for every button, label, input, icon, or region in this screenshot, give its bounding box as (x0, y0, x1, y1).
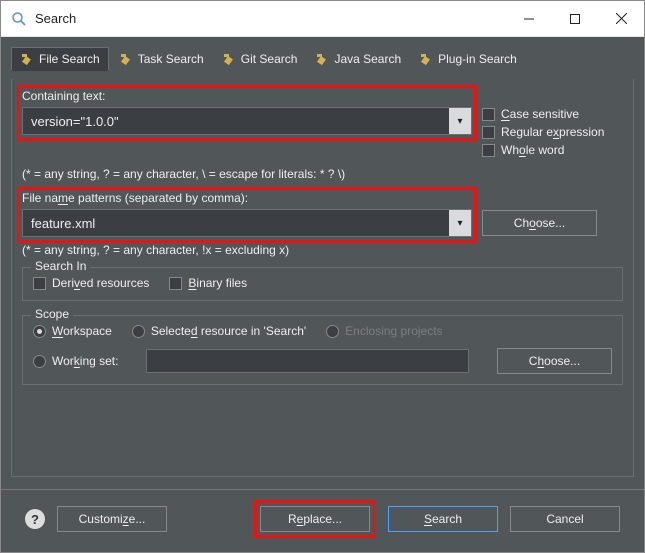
containing-text-hint: (* = any string, ? = any character, \ = … (22, 167, 623, 181)
tab-label: Task Search (138, 52, 204, 66)
checkbox-icon (169, 277, 182, 290)
window-title: Search (35, 11, 506, 26)
client-area: File Search Task Search Git Search Java … (1, 37, 644, 552)
checkbox-icon (482, 144, 495, 157)
tab-java-search[interactable]: Java Search (307, 47, 409, 71)
radio-icon (132, 325, 145, 338)
scope-working-set-radio[interactable]: Working set: (33, 354, 118, 368)
radio-icon (33, 325, 46, 338)
flashlight-icon (119, 52, 133, 66)
search-options: CCase sensitivease sensitive Regular exp… (482, 107, 604, 161)
flashlight-icon (20, 52, 34, 66)
window-controls (506, 1, 644, 37)
whole-word-checkbox[interactable]: Whole word (482, 143, 604, 157)
maximize-button[interactable] (552, 1, 598, 37)
minimize-button[interactable] (506, 1, 552, 37)
binary-files-checkbox[interactable]: Binary files (169, 276, 247, 290)
flashlight-icon (222, 52, 236, 66)
tab-plugin-search[interactable]: Plug-in Search (411, 47, 525, 71)
choose-working-set-button[interactable]: Choose... (497, 348, 612, 374)
chevron-down-icon[interactable]: ▾ (449, 108, 471, 134)
cancel-button[interactable]: Cancel (510, 506, 620, 532)
tab-label: Java Search (334, 52, 401, 66)
containing-text-wrap: ▾ (22, 107, 472, 135)
chevron-down-icon[interactable]: ▾ (449, 210, 471, 236)
scope-workspace-radio[interactable]: Workspace (33, 324, 112, 338)
tab-label: File Search (39, 52, 100, 66)
scope-selected-radio[interactable]: Selected resource in 'Search' (132, 324, 306, 338)
choose-patterns-button[interactable]: Choose... (482, 210, 597, 236)
tab-git-search[interactable]: Git Search (214, 47, 306, 71)
working-set-input[interactable] (146, 349, 469, 373)
checkbox-icon (33, 277, 46, 290)
regex-checkbox[interactable]: Regular expression (482, 125, 604, 139)
search-dialog: Search File Search Task Search Git Searc… (0, 0, 645, 553)
scope-group: Scope Workspace Selected resource in 'Se… (22, 315, 623, 385)
search-in-group: Search In Derived resources Binary files (22, 267, 623, 301)
file-patterns-combo[interactable]: ▾ (22, 209, 472, 237)
search-in-legend: Search In (31, 259, 90, 273)
scope-enclosing-radio: Enclosing projects (326, 324, 442, 338)
tab-task-search[interactable]: Task Search (111, 47, 212, 71)
file-patterns-label: File name patterns (separated by comma): (22, 191, 623, 205)
radio-icon (33, 355, 46, 368)
search-button[interactable]: Search (388, 506, 498, 532)
radio-icon (326, 325, 339, 338)
file-search-panel: Containing text: ▾ CCase sensitivease se… (11, 79, 634, 477)
highlight-annotation: Replace... (254, 500, 376, 538)
tab-bar: File Search Task Search Git Search Java … (11, 47, 634, 71)
dialog-footer: ? Customize... Replace... Search Cancel (11, 490, 634, 552)
file-patterns-wrap: ▾ (22, 209, 472, 237)
titlebar: Search (1, 1, 644, 37)
tab-label: Git Search (241, 52, 298, 66)
scope-legend: Scope (31, 307, 73, 321)
close-button[interactable] (598, 1, 644, 37)
flashlight-icon (315, 52, 329, 66)
checkbox-icon (482, 126, 495, 139)
case-sensitive-checkbox[interactable]: CCase sensitivease sensitive (482, 107, 604, 121)
customize-button[interactable]: Customize... (57, 506, 167, 532)
search-icon-title (11, 11, 27, 27)
containing-text-input[interactable] (23, 108, 449, 134)
flashlight-icon (419, 52, 433, 66)
tab-label: Plug-in Search (438, 52, 517, 66)
checkbox-icon (482, 108, 495, 121)
replace-button[interactable]: Replace... (260, 506, 370, 532)
containing-text-label: Containing text: (22, 89, 623, 103)
tab-file-search[interactable]: File Search (11, 47, 109, 71)
derived-resources-checkbox[interactable]: Derived resources (33, 276, 149, 290)
file-patterns-input[interactable] (23, 210, 449, 236)
help-icon[interactable]: ? (25, 509, 45, 529)
file-patterns-hint: (* = any string, ? = any character, !x =… (22, 243, 623, 257)
containing-text-combo[interactable]: ▾ (22, 107, 472, 135)
